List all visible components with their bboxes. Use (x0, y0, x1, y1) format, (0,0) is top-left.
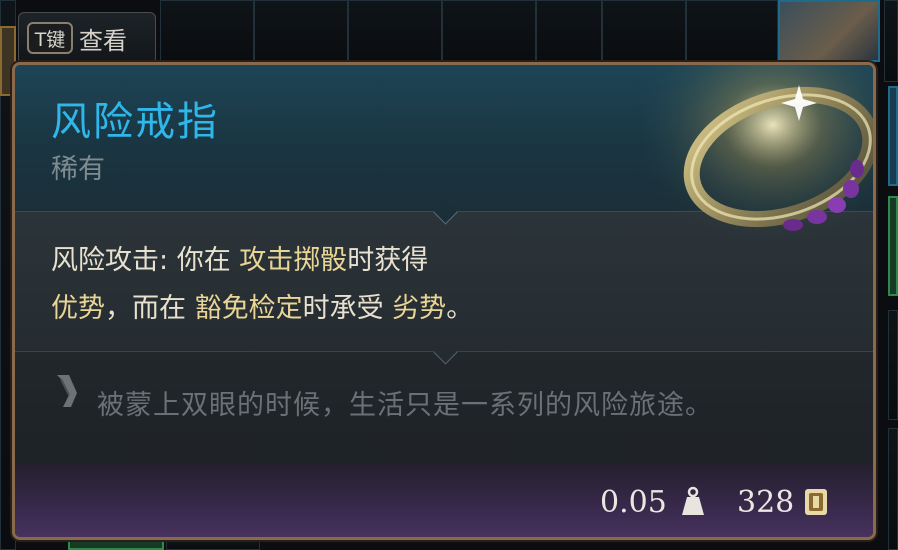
item-weight: 0.05 (600, 485, 667, 520)
inventory-slot[interactable] (888, 310, 898, 420)
description-text: ，而在 (105, 293, 186, 324)
inventory-slot[interactable] (348, 0, 442, 62)
keyword-disadvantage[interactable]: 劣势 (392, 293, 446, 324)
description-line-2: 优势，而在 豁免检定时承受 劣势。 (51, 285, 473, 333)
description-text: 。 (446, 293, 474, 324)
item-description: 风险攻击: 你在 攻击掷骰时获得 优势，而在 豁免检定时承受 劣势。 (51, 237, 473, 333)
description-line-1: 风险攻击: 你在 攻击掷骰时获得 (51, 237, 473, 285)
item-price: 328 (737, 485, 795, 520)
item-name: 风险戒指 (51, 99, 219, 145)
keyword-saving-throw[interactable]: 豁免检定 (195, 293, 303, 324)
description-text: 时承受 (302, 293, 384, 324)
t-key-badge: T键 (27, 22, 73, 54)
item-tooltip: 风险戒指 稀有 风险攻击: 你在 攻击掷骰时获得 优势，而在 豁免检定时承受 劣… (12, 62, 876, 540)
keyword-advantage[interactable]: 优势 (51, 293, 105, 324)
inventory-slot[interactable] (888, 428, 898, 550)
flavor-text: 被蒙上双眼的时候，生活只是一系列的风险旅途。 (97, 390, 713, 421)
inventory-slot[interactable] (160, 0, 254, 62)
inventory-item[interactable] (778, 0, 880, 62)
scroll-icon (57, 375, 77, 407)
inspect-hint[interactable]: T键 查看 (18, 12, 156, 64)
ring-icon (643, 65, 873, 265)
inventory-item[interactable] (888, 196, 898, 296)
description-text: 时获得 (347, 245, 429, 276)
inventory-slot[interactable] (166, 540, 260, 550)
gold-coin-icon (805, 489, 827, 515)
description-text: 你在 (176, 245, 231, 276)
inventory-slot[interactable] (442, 0, 536, 62)
inventory-slot[interactable] (254, 0, 348, 62)
inventory-slot[interactable] (536, 0, 602, 62)
inventory-item[interactable] (888, 86, 898, 186)
inventory-slot[interactable] (884, 0, 898, 82)
item-rarity: 稀有 (51, 154, 105, 185)
weight-icon (682, 486, 704, 515)
inventory-item[interactable] (68, 540, 164, 550)
keyword-attack-roll[interactable]: 攻击掷骰 (239, 245, 347, 276)
ability-name: 风险攻击: (51, 245, 169, 276)
inventory-slot[interactable] (686, 0, 778, 62)
inspect-label: 查看 (79, 26, 127, 55)
inventory-slot[interactable] (602, 0, 686, 62)
